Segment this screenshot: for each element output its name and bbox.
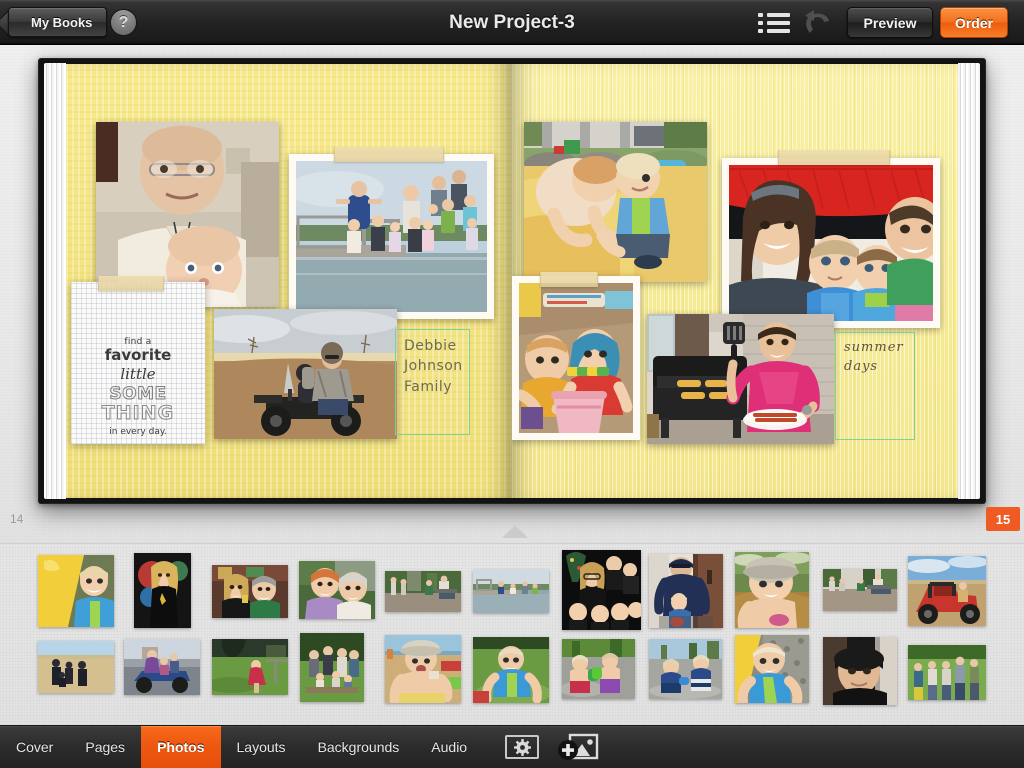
- book-canvas: find a favorite little SOME THING in eve…: [0, 45, 1024, 543]
- thumb-boy-eating-at-beach[interactable]: [385, 635, 461, 703]
- page-number-row: 14 15: [0, 506, 1024, 543]
- tab-bar-tools: [505, 726, 599, 768]
- washi-tape: [778, 150, 890, 165]
- thumb-baby-on-yellow-slide[interactable]: [735, 635, 809, 703]
- photo-man-and-child-on-atv[interactable]: [214, 309, 397, 439]
- spread-indicator-triangle: [502, 525, 528, 538]
- add-photo-icon[interactable]: [557, 733, 599, 761]
- thumb-kids-at-splash-pad[interactable]: [562, 639, 635, 699]
- page-spread: find a favorite little SOME THING in eve…: [66, 64, 958, 498]
- washi-tape: [334, 147, 444, 162]
- page-stack-left: [44, 63, 66, 499]
- page-stack-right: [958, 63, 980, 499]
- text-line-2: days: [844, 358, 879, 374]
- photo-tray[interactable]: [0, 543, 1024, 725]
- undo-arrow-icon[interactable]: [802, 8, 836, 38]
- thumb-man-in-black-cap[interactable]: [823, 637, 897, 705]
- help-button[interactable]: ?: [110, 9, 137, 36]
- text-line-1: summer: [844, 340, 904, 355]
- thumb-people-on-dock[interactable]: [473, 570, 549, 613]
- thumb-group-in-field[interactable]: [38, 641, 114, 693]
- right-page-number-badge: 15: [986, 507, 1020, 531]
- right-page[interactable]: summer days: [512, 64, 958, 498]
- list-view-icon[interactable]: [758, 12, 790, 34]
- photo-kids-with-sand-bucket[interactable]: [512, 276, 640, 440]
- thumb-two-older-women[interactable]: [299, 561, 375, 619]
- photo-family-selfie-under-blanket[interactable]: [722, 158, 940, 328]
- thumb-woman-in-black-dress[interactable]: [134, 553, 191, 628]
- text-line-3: Family: [404, 378, 453, 395]
- tab-backgrounds[interactable]: Backgrounds: [302, 726, 416, 768]
- thumb-christmas-family-portrait[interactable]: [562, 550, 641, 630]
- top-toolbar: My Books ? New Project-3 Preview Order: [0, 0, 1024, 45]
- order-button[interactable]: Order: [940, 7, 1008, 38]
- thumb-family-on-atv[interactable]: [124, 639, 200, 695]
- photo-man-grilling-hotdogs[interactable]: [647, 314, 834, 444]
- bottom-tab-bar: Cover Pages Photos Layouts Backgrounds A…: [0, 725, 1024, 768]
- thumb-family-on-patio[interactable]: [385, 571, 461, 612]
- thumb-kids-lined-up-outdoors[interactable]: [908, 645, 986, 700]
- gear-icon[interactable]: [505, 735, 540, 759]
- thumb-two-boys-in-water[interactable]: [649, 639, 722, 699]
- preview-button[interactable]: Preview: [847, 7, 933, 38]
- left-page[interactable]: find a favorite little SOME THING in eve…: [66, 64, 512, 498]
- washi-tape: [540, 272, 598, 287]
- quote-line-6: in every day.: [109, 427, 167, 438]
- quote-line-2: favorite: [104, 346, 172, 365]
- thumb-two-women-smiling[interactable]: [212, 565, 288, 618]
- photo-book: find a favorite little SOME THING in eve…: [38, 58, 986, 504]
- thumb-man-with-toddler-indoors[interactable]: [649, 554, 723, 628]
- tab-photos[interactable]: Photos: [141, 726, 221, 768]
- thumb-family-portrait-outdoors[interactable]: [300, 633, 364, 702]
- quote-line-4: SOME: [109, 384, 167, 405]
- thumb-boy-on-yellow-slide[interactable]: [38, 555, 114, 627]
- photo-family-group-on-dock[interactable]: [289, 154, 494, 319]
- thumb-red-utv-in-field[interactable]: [908, 556, 986, 626]
- tab-pages[interactable]: Pages: [69, 726, 141, 768]
- text-line-1: Debbie: [404, 338, 457, 354]
- text-line-2: Johnson: [404, 358, 463, 375]
- thumb-men-in-lawn-chairs[interactable]: [823, 569, 897, 611]
- thumb-boy-in-grass[interactable]: [473, 637, 549, 703]
- photo-book-editor: My Books ? New Project-3 Preview Order f…: [0, 0, 1024, 768]
- my-books-back-button[interactable]: My Books: [8, 7, 108, 37]
- text-box-summer-days[interactable]: summer days: [835, 332, 915, 440]
- quote-card[interactable]: find a favorite little SOME THING in eve…: [71, 282, 205, 444]
- quote-line-5: THING: [101, 402, 175, 425]
- photo-two-toddlers-on-slide[interactable]: [524, 122, 707, 282]
- left-page-number: 14: [10, 512, 24, 526]
- text-box-family-name[interactable]: Debbie Johnson Family: [395, 329, 470, 435]
- quote-line-3: little: [120, 365, 156, 384]
- tab-audio[interactable]: Audio: [415, 726, 483, 768]
- washi-tape: [98, 276, 164, 291]
- thumb-woman-in-red-dress[interactable]: [212, 639, 288, 695]
- thumb-toddler-in-hat[interactable]: [735, 552, 809, 628]
- tab-cover[interactable]: Cover: [0, 726, 69, 768]
- tab-layouts[interactable]: Layouts: [221, 726, 302, 768]
